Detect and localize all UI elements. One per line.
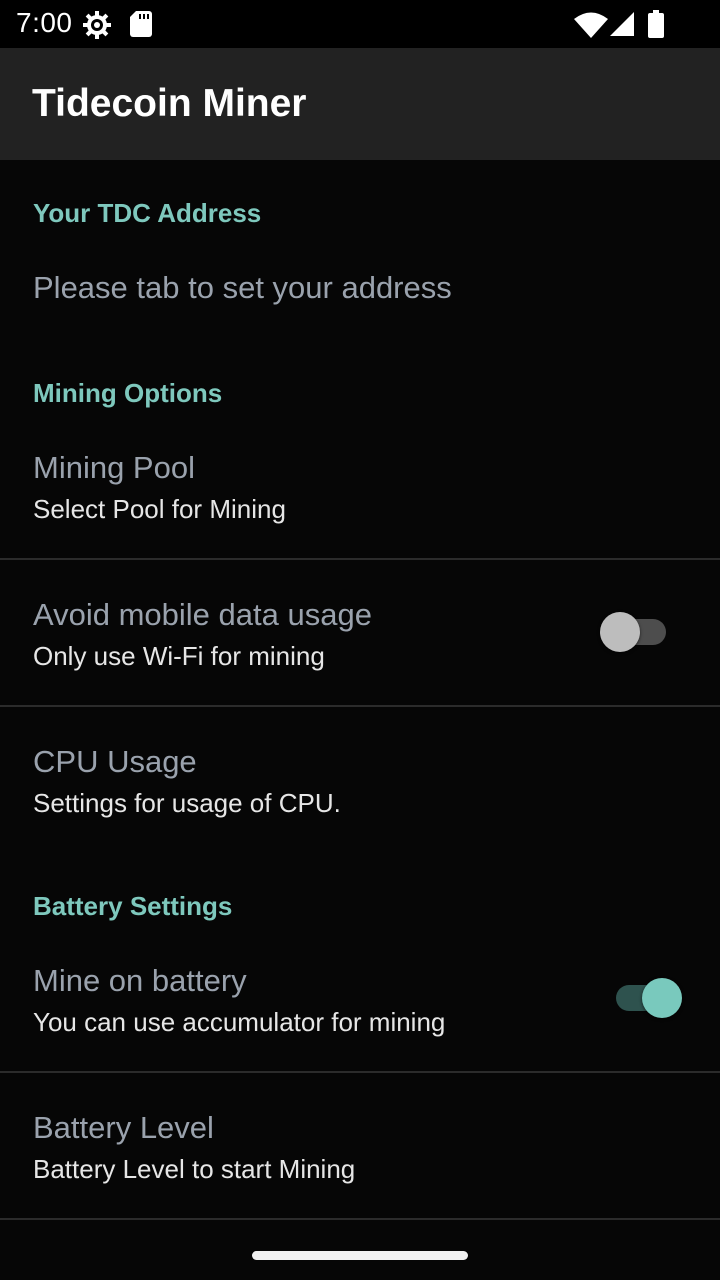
switch-thumb [600,612,640,652]
pref-title-mining-pool: Mining Pool [33,450,195,485]
pref-mining-pool[interactable]: Mining Pool Select Pool for Mining [0,430,720,558]
divider [0,1218,720,1220]
pref-summary-mining-pool: Select Pool for Mining [33,494,286,524]
status-bar: 7:00 [0,0,720,48]
pref-title-cpu-usage: CPU Usage [33,744,197,779]
pref-battery-level[interactable]: Battery Level Battery Level to start Min… [0,1073,720,1218]
pref-summary-cpu-usage: Settings for usage of CPU. [33,788,341,818]
status-time: 7:00 [16,7,73,38]
pref-summary-battery-level: Battery Level to start Mining [33,1154,356,1184]
section-header-mining: Mining Options [33,378,223,408]
battery-icon [648,10,664,43]
gesture-nav-handle[interactable] [252,1251,468,1260]
pref-tdc-address[interactable]: Please tab to set your address [0,250,720,340]
pref-title-avoid-mobile-data: Avoid mobile data usage [33,597,372,632]
mine-on-battery-switch[interactable] [612,978,682,1018]
pref-title-address: Please tab to set your address [33,270,452,305]
section-header-address: Your TDC Address [33,198,262,228]
pref-avoid-mobile-data[interactable]: Avoid mobile data usage Only use Wi-Fi f… [0,560,720,705]
settings-gear-icon [82,10,112,45]
cell-signal-icon [610,12,634,41]
wifi-icon [574,12,608,43]
section-header-battery: Battery Settings [33,891,233,921]
app-bar: Tidecoin Miner [0,48,720,160]
pref-summary-avoid-mobile-data: Only use Wi-Fi for mining [33,641,325,671]
pref-summary-mine-on-battery: You can use accumulator for mining [33,1007,446,1037]
sd-card-icon [130,11,152,42]
pref-title-mine-on-battery: Mine on battery [33,963,247,998]
app-title: Tidecoin Miner [32,82,307,125]
pref-cpu-usage[interactable]: CPU Usage Settings for usage of CPU. [0,707,720,847]
mobile-data-switch[interactable] [600,612,670,652]
pref-mine-on-battery[interactable]: Mine on battery You can use accumulator … [0,943,720,1071]
screen: 7:00 Tidecoin Miner Your TDC Address Ple… [0,0,720,1280]
switch-thumb [642,978,682,1018]
pref-title-battery-level: Battery Level [33,1110,214,1145]
